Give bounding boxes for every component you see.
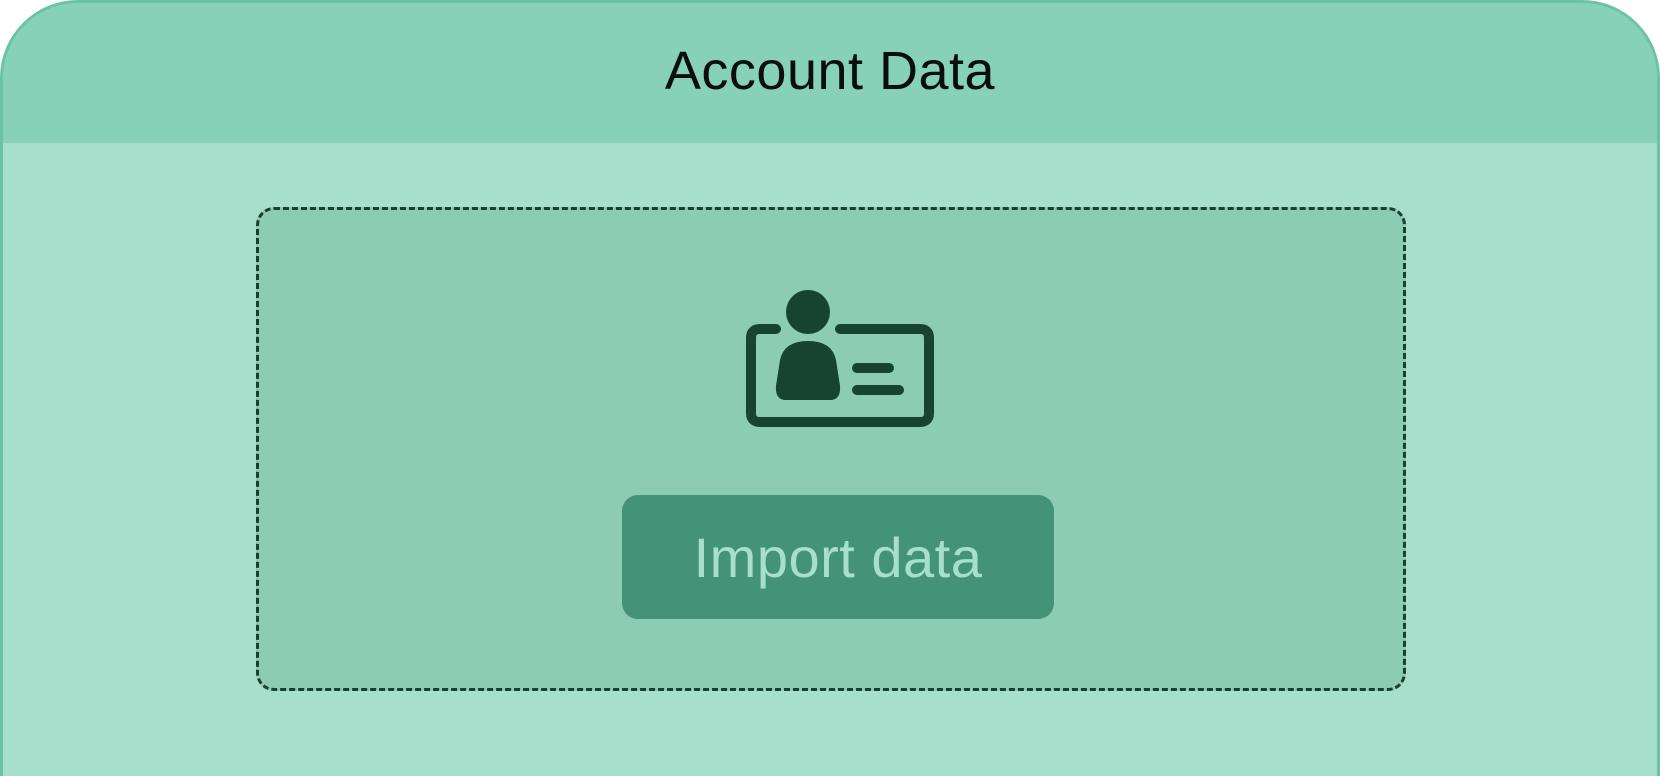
account-data-window: Account Data Import data — [0, 0, 1660, 776]
import-dropzone[interactable]: Import data — [256, 207, 1406, 691]
window-title: Account Data — [664, 41, 996, 101]
window-titlebar: Account Data — [3, 3, 1657, 143]
id-card-icon — [744, 290, 934, 430]
import-data-button[interactable]: Import data — [622, 495, 1054, 619]
